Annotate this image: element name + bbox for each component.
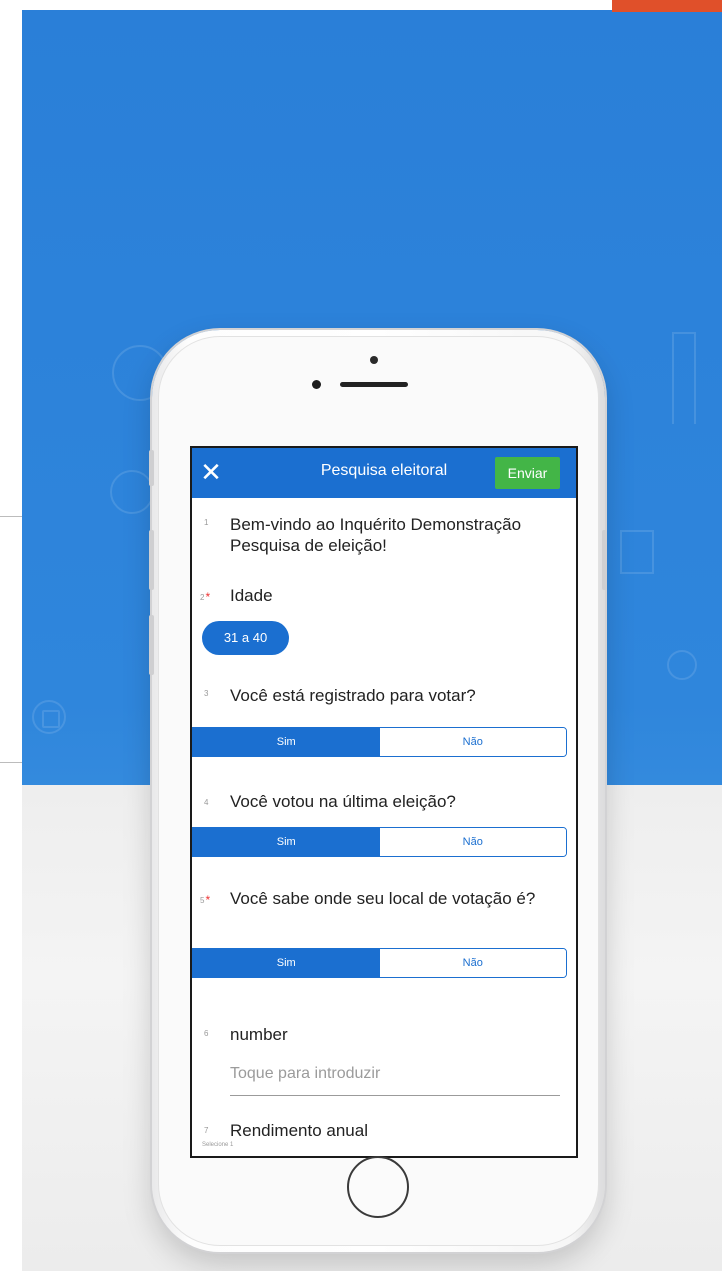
question-text: Você está registrado para votar? [230, 686, 476, 705]
question-number: 3 [204, 689, 209, 698]
question-text: Você votou na última eleição? [230, 792, 456, 811]
question-text: Rendimento anual [230, 1121, 368, 1140]
question-number: 1 [204, 518, 209, 527]
input-underline [230, 1095, 560, 1096]
app-bar: ✕ Pesquisa eleitoral Enviar [192, 448, 576, 498]
option-sim[interactable]: Sim [193, 949, 380, 977]
decor-post [672, 332, 696, 424]
select-hint: Selecione 1 [202, 1142, 234, 1148]
decor-circle [667, 650, 697, 680]
phone-volume-button [149, 615, 154, 675]
question-number: 2 [200, 589, 209, 603]
send-button[interactable]: Enviar [495, 457, 560, 489]
phone-volume-button [149, 530, 154, 590]
question-number: 6 [204, 1029, 209, 1038]
question-text: Bem-vindo ao Inquérito Demonstração Pesq… [230, 515, 522, 555]
question-number: 5 [200, 892, 209, 906]
question-number: 7 [204, 1126, 209, 1135]
phone-side-button [149, 450, 154, 486]
number-input[interactable]: Toque para introduzir [230, 1065, 380, 1083]
option-nao[interactable]: Não [379, 728, 566, 756]
yes-no-segmented-control: Sim Não [192, 727, 567, 757]
option-sim[interactable]: Sim [193, 828, 380, 856]
yes-no-segmented-control: Sim Não [192, 948, 567, 978]
front-camera-icon [312, 380, 321, 389]
question-text: Você sabe onde seu local de votação é? [230, 889, 536, 908]
phone-power-button [602, 530, 607, 590]
question-text: Idade [230, 586, 273, 605]
question-number: 4 [204, 798, 209, 807]
home-button[interactable] [347, 1156, 409, 1218]
side-divider [0, 762, 22, 763]
earpiece-speaker [340, 382, 408, 387]
option-nao[interactable]: Não [379, 949, 566, 977]
option-nao[interactable]: Não [379, 828, 566, 856]
proximity-sensor [370, 356, 378, 364]
decor-square [42, 710, 60, 728]
yes-no-segmented-control: Sim Não [192, 827, 567, 857]
age-answer-pill[interactable]: 31 a 40 [202, 621, 289, 655]
decor-frame [620, 530, 654, 574]
decor-circle [110, 470, 154, 514]
phone-screen: ✕ Pesquisa eleitoral Enviar 1 Bem-vindo … [190, 446, 578, 1158]
side-divider [0, 516, 22, 517]
question-text: number [230, 1025, 288, 1044]
corner-accent [612, 0, 722, 12]
option-sim[interactable]: Sim [193, 728, 380, 756]
